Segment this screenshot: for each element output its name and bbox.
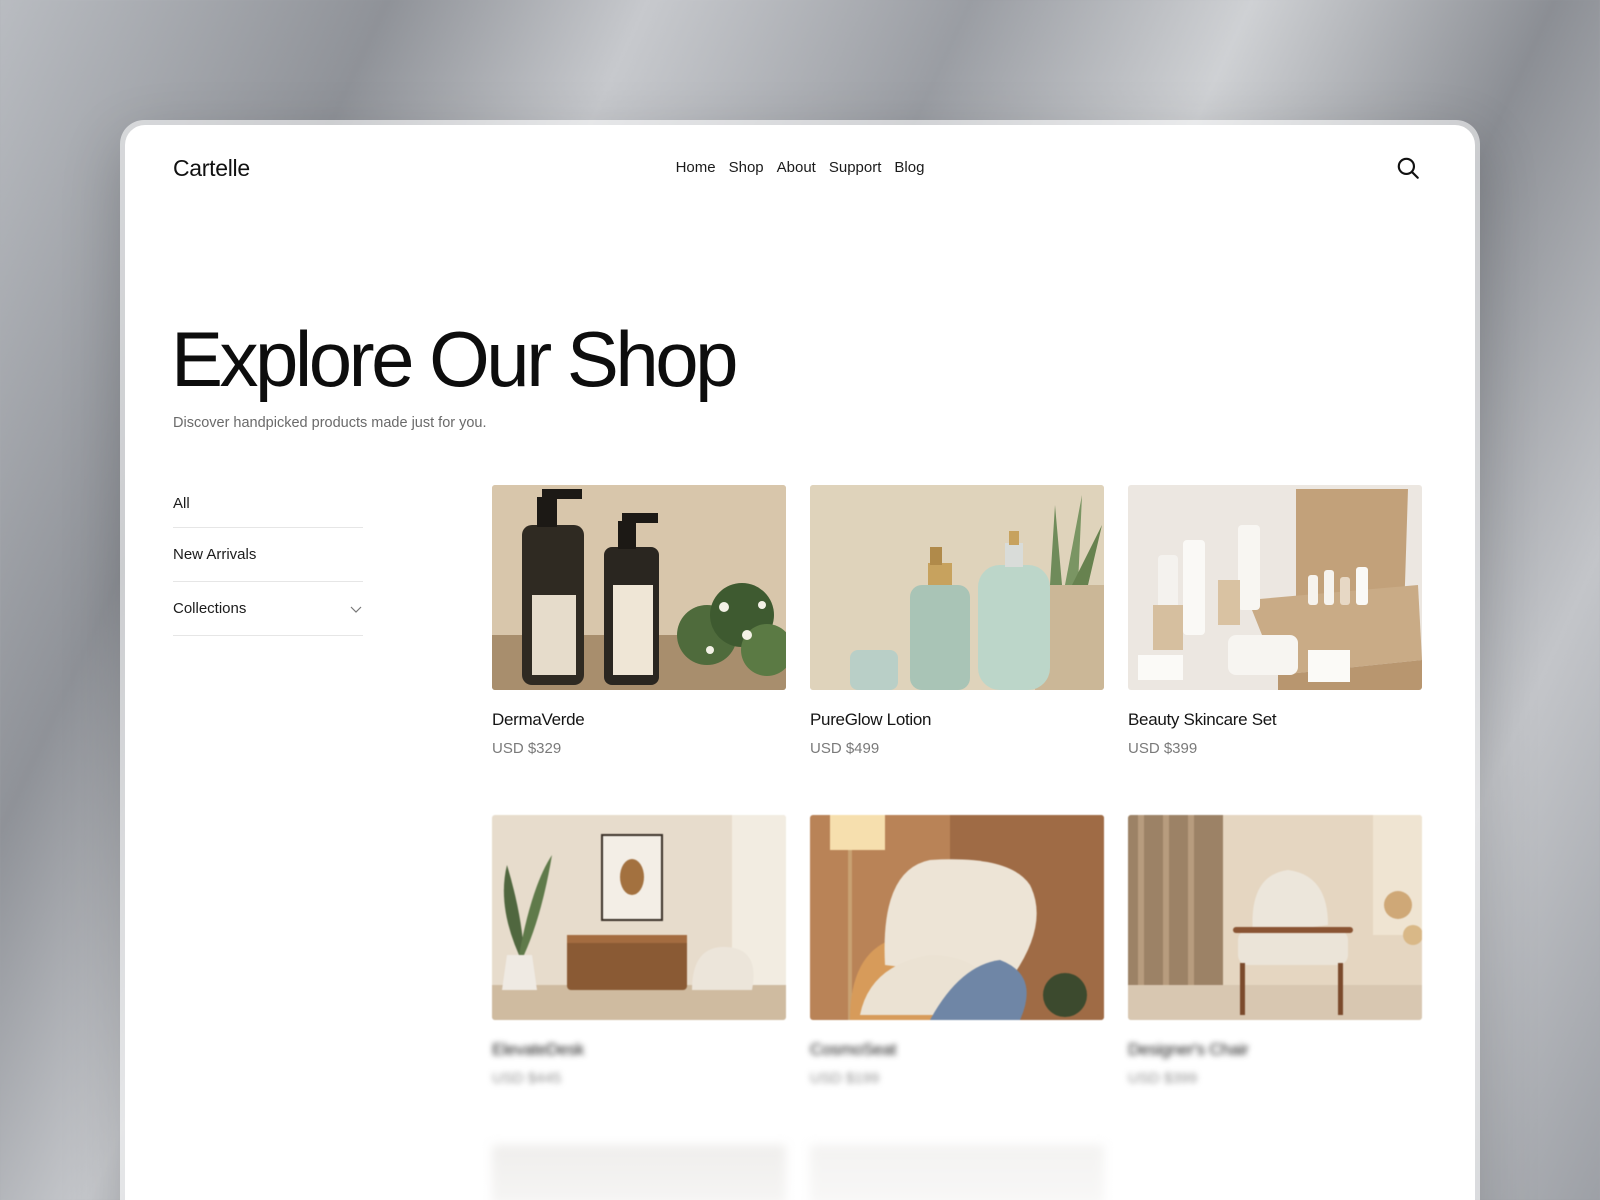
product-card[interactable]: Beauty Skincare Set USD $399 — [1128, 485, 1422, 757]
product-name: CosmoSeat — [810, 1040, 897, 1059]
product-price: USD $445 — [492, 1070, 562, 1087]
category-sidebar: All New Arrivals Collections — [173, 480, 363, 636]
product-image — [492, 1145, 786, 1200]
product-image — [492, 815, 786, 1020]
nav-home[interactable]: Home — [676, 159, 716, 176]
product-card[interactable]: ElevateDesk USD $445 — [492, 815, 786, 1087]
product-card[interactable]: PureGlow Lotion USD $499 — [810, 485, 1104, 757]
product-image — [810, 815, 1104, 1020]
product-image — [810, 485, 1104, 690]
product-grid: DermaVerde USD $329 PureGlow Lotion USD … — [492, 485, 1422, 1200]
page-title: Explore Our Shop — [171, 315, 739, 403]
search-icon[interactable] — [1395, 155, 1421, 181]
nav-blog[interactable]: Blog — [894, 159, 924, 176]
product-price: USD $499 — [810, 740, 880, 757]
nav-support[interactable]: Support — [829, 159, 882, 176]
product-price: USD $329 — [492, 740, 562, 757]
chevron-down-icon — [350, 606, 362, 613]
sidebar-item-label: Collections — [173, 600, 247, 617]
product-image — [1128, 815, 1422, 1020]
sidebar-item-label: All — [173, 495, 190, 512]
product-card[interactable]: DermaVerde USD $329 — [492, 485, 786, 757]
product-card[interactable]: Designer's Chair USD $399 — [1128, 815, 1422, 1087]
product-card[interactable]: CosmoSeat USD $199 — [810, 815, 1104, 1087]
product-card-partial — [492, 1145, 786, 1200]
page-window: Cartelle Home Shop About Support Blog Ex… — [125, 125, 1475, 1200]
product-name: ElevateDesk — [492, 1040, 585, 1059]
product-image — [492, 485, 786, 690]
sidebar-item-label: New Arrivals — [173, 546, 257, 563]
page-subtitle: Discover handpicked products made just f… — [173, 415, 487, 431]
sidebar-item-new-arrivals[interactable]: New Arrivals — [173, 528, 363, 582]
product-image — [810, 1145, 1104, 1200]
sidebar-item-all[interactable]: All — [173, 480, 363, 528]
product-name: Designer's Chair — [1128, 1040, 1249, 1059]
browser-frame: Cartelle Home Shop About Support Blog Ex… — [120, 120, 1480, 1200]
nav-shop[interactable]: Shop — [729, 159, 764, 176]
product-name: Beauty Skincare Set — [1128, 710, 1277, 729]
product-price: USD $399 — [1128, 740, 1198, 757]
product-price: USD $199 — [810, 1070, 880, 1087]
main-nav: Home Shop About Support Blog — [125, 159, 1475, 176]
product-image — [1128, 485, 1422, 690]
product-name: DermaVerde — [492, 710, 585, 729]
product-name: PureGlow Lotion — [810, 710, 932, 729]
product-price: USD $399 — [1128, 1070, 1198, 1087]
nav-about[interactable]: About — [777, 159, 816, 176]
sidebar-item-collections[interactable]: Collections — [173, 582, 363, 636]
product-card-partial — [810, 1145, 1104, 1200]
